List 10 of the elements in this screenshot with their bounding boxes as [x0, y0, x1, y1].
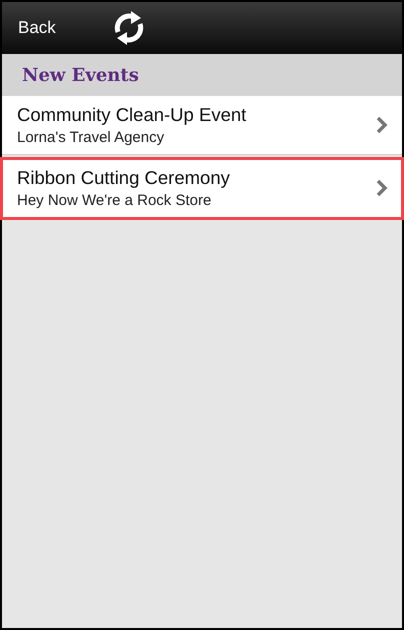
event-title: Ribbon Cutting Ceremony — [17, 167, 231, 189]
event-organizer: Hey Now We're a Rock Store — [17, 192, 212, 209]
chevron-right-icon — [376, 116, 388, 134]
event-title: Community Clean-Up Event — [17, 104, 248, 126]
section-title: New Events — [22, 64, 139, 86]
event-organizer: Lorna's Travel Agency — [17, 129, 166, 146]
back-button[interactable]: Back — [18, 14, 56, 42]
event-list-item[interactable]: Community Clean-Up Event Lorna's Travel Agency — [2, 96, 402, 155]
event-list-item[interactable]: Ribbon Cutting Ceremony Hey Now We're a Rock Store — [2, 159, 402, 218]
chevron-right-icon — [376, 179, 388, 197]
